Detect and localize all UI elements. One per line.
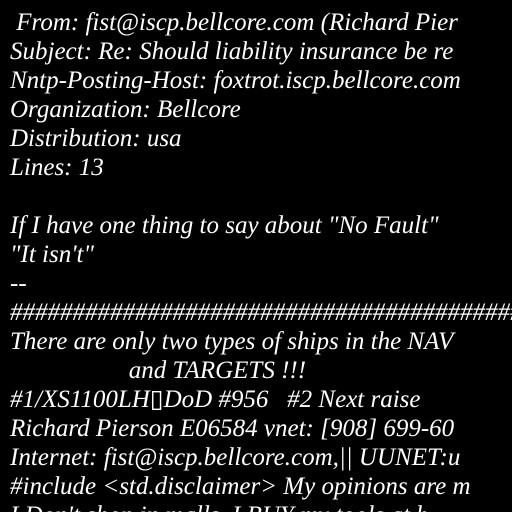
signature-line: Richard Pierson E06584 vnet: [908] 699-6… [10,415,455,442]
header-distribution: Distribution: usa [10,125,182,152]
signature-line: There are only two types of ships in the… [10,328,454,355]
signature-line: #1/XS1100LH▯DoD #956 #2 Next raise [10,386,421,413]
signature-rule: ########################################… [10,299,512,326]
signature-line: and TARGETS !!! [10,357,307,384]
signature-separator: -- [10,270,27,297]
signature-line: Internet: fist@iscp.bellcore.com,|| UUNE… [10,444,461,471]
signature-line: #include <std.disclaimer> My opinions ar… [10,473,471,500]
body-line: "It isn't" [10,241,94,268]
header-nntp-posting-host: Nntp-Posting-Host: foxtrot.iscp.bellcore… [10,67,461,94]
header-organization: Organization: Bellcore [10,96,241,123]
body-line: If I have one thing to say about "No Fau… [10,212,439,239]
email-message-body: From: fist@iscp.bellcore.com (Richard Pi… [0,0,512,512]
signature-line: I Don't shop in malls, I BUY my tools at… [10,501,429,512]
header-from: From: fist@iscp.bellcore.com (Richard Pi… [10,9,458,36]
header-lines: Lines: 13 [10,154,104,181]
header-subject: Subject: Re: Should liability insurance … [10,38,454,65]
